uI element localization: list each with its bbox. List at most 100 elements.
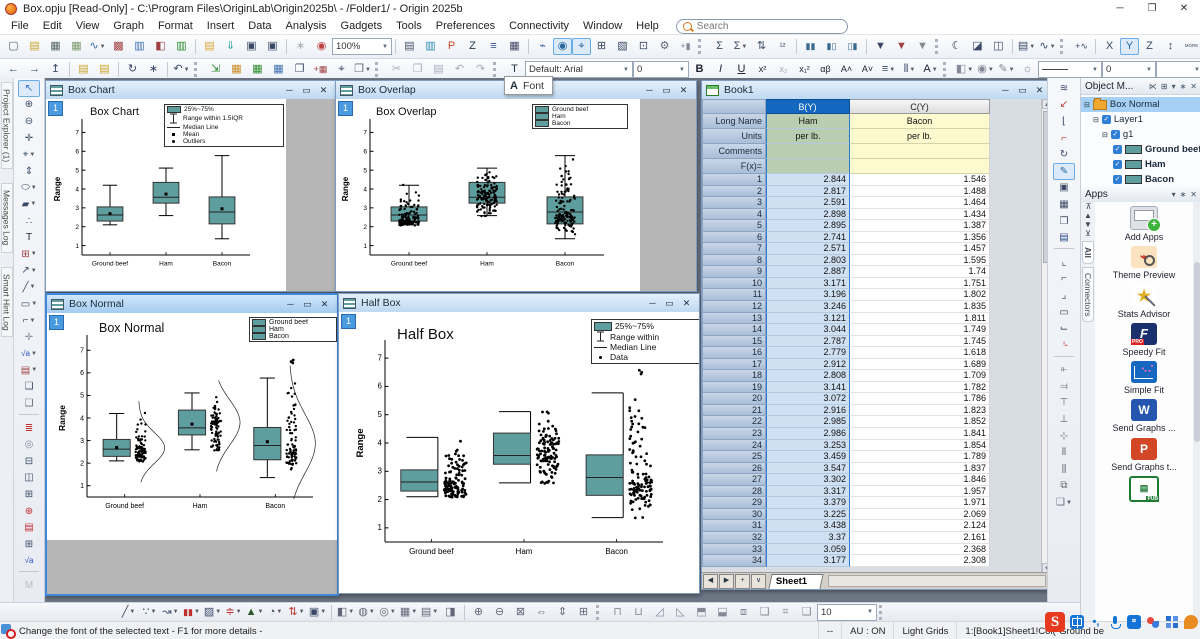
new-matrix-icon[interactable]: ▩ [108, 38, 129, 55]
frame-r-icon[interactable]: ⌎ [1053, 337, 1075, 354]
menu-file[interactable]: File [4, 20, 36, 32]
underline-icon[interactable]: U [731, 61, 752, 78]
cell-c[interactable]: 2.368 [850, 544, 990, 556]
new-report-icon[interactable]: ▥ [171, 38, 192, 55]
cell-c[interactable]: 1.823 [850, 405, 990, 417]
cell-c[interactable]: 1.74 [850, 266, 990, 278]
save-as-icon[interactable]: ▣ [262, 38, 283, 55]
slideshow-icon[interactable]: ◉ [311, 38, 332, 55]
formula-tool-icon[interactable]: √a [18, 553, 40, 570]
restore-button[interactable]: ❐ [1136, 0, 1168, 18]
row-number[interactable]: 19 [702, 382, 766, 394]
row-number[interactable]: 3 [702, 197, 766, 209]
cell-c[interactable]: 1.802 [850, 289, 990, 301]
status-au-toggle[interactable]: AU : ON [841, 622, 893, 639]
plot-multi-icon[interactable]: ▤▼ [419, 604, 440, 621]
cascade-windows-icon[interactable]: ❐ [1053, 213, 1075, 230]
plot-linesymbol-icon[interactable]: ↝▼ [160, 604, 181, 621]
highlight-color-icon[interactable]: ◉▼ [975, 61, 996, 78]
region-select-icon[interactable]: ⬭▼ [18, 180, 40, 197]
app-item[interactable]: ⌁Theme Preview [1098, 246, 1190, 281]
cell-c[interactable]: 2.124 [850, 520, 990, 532]
undo2-icon[interactable]: ↶ [449, 61, 470, 78]
frame3d-icon[interactable]: ⧈ [733, 604, 754, 621]
cell-b[interactable]: 3.246 [766, 301, 850, 313]
om-collapse-icon[interactable]: ⊟ [1102, 131, 1108, 139]
search-input[interactable]: Search [676, 19, 848, 34]
cell-b[interactable] [766, 159, 850, 174]
cell-b[interactable]: 2.912 [766, 359, 850, 371]
toolbar-grip[interactable] [879, 605, 888, 620]
toolbar-grip[interactable] [493, 62, 502, 77]
om-pin-icon[interactable]: ∗ [1180, 82, 1187, 91]
layer-tool-icon[interactable]: ⊟ [18, 453, 40, 470]
filter-clear-icon[interactable]: ▼ [891, 38, 912, 55]
pointer-tool-icon[interactable]: ↖ [18, 80, 40, 97]
rotate2-icon[interactable]: ⊔ [628, 604, 649, 621]
cell-b[interactable]: 2.844 [766, 174, 850, 186]
apps-menu-icon[interactable]: ▾ [1172, 190, 1176, 199]
close-button[interactable]: ✕ [1031, 85, 1047, 96]
tilt1-icon[interactable]: ◿ [649, 604, 670, 621]
rotate1-icon[interactable]: ⊓ [607, 604, 628, 621]
row-number[interactable]: 29 [702, 497, 766, 509]
cell-c[interactable]: 1.749 [850, 324, 990, 336]
plot-box-icon[interactable]: ≑▼ [223, 604, 244, 621]
cell-c[interactable]: 1.846 [850, 474, 990, 486]
sheet-tab[interactable]: Sheet1 [768, 574, 823, 589]
plot-polar-icon[interactable]: ◔▼ [265, 604, 286, 621]
menu-gadgets[interactable]: Gadgets [334, 20, 390, 32]
apps-tab-connectors[interactable]: Connectors [1082, 267, 1094, 322]
bold-icon[interactable]: B [689, 61, 710, 78]
cell-c[interactable]: 1.387 [850, 220, 990, 232]
sum-dd-icon[interactable]: Σ▼ [730, 38, 751, 55]
italic-icon[interactable]: I [710, 61, 731, 78]
light3d-icon[interactable]: ❏ [754, 604, 775, 621]
stats-chart1-icon[interactable]: ▮▮ [800, 38, 821, 55]
axis-scroll-icon[interactable]: ↕ [1160, 38, 1181, 55]
cell-b[interactable]: 2.741 [766, 232, 850, 244]
new-folder-icon[interactable]: ▤ [24, 38, 45, 55]
m-disabled-icon[interactable]: M [18, 577, 40, 594]
zoom-pan-icon[interactable]: ⌖ [572, 38, 591, 55]
align-right-icon[interactable]: ⫤ [1053, 378, 1075, 395]
checkbox-checked-icon[interactable]: ✓ [1102, 115, 1111, 124]
corner-cell[interactable] [702, 99, 766, 114]
greek-icon[interactable]: αβ [815, 61, 836, 78]
row-number[interactable]: 32 [702, 532, 766, 544]
copy-format-icon[interactable]: ◪ [967, 38, 988, 55]
font-color-icon[interactable]: A▼ [920, 61, 941, 78]
reader-tool-icon[interactable]: ⌖▼ [18, 146, 40, 163]
filter-icon[interactable]: ▼ [870, 38, 891, 55]
paste-format-icon[interactable]: ◫ [988, 38, 1009, 55]
apps-scrollbar[interactable] [1193, 202, 1200, 621]
minimize-button[interactable]: ─ [997, 85, 1014, 96]
graph-window-titlebar[interactable]: Box Chart ─▭✕ [46, 81, 336, 100]
print-icon[interactable]: ▤ [399, 38, 420, 55]
cell-c[interactable]: 1.786 [850, 393, 990, 405]
graph-window-titlebar[interactable]: Half Box ─▭✕ [339, 294, 699, 313]
app-item[interactable]: Add Apps [1098, 206, 1190, 243]
plot-3d-icon[interactable]: ◧▼ [335, 604, 356, 621]
sheet-next-icon[interactable]: ▶ [719, 574, 734, 589]
row-number[interactable]: 27 [702, 474, 766, 486]
toolbar-grip[interactable] [698, 39, 707, 54]
cell-c[interactable]: 1.464 [850, 197, 990, 209]
distribute-v-icon[interactable]: ⫼ [1053, 461, 1075, 478]
worksheet-icon[interactable]: ⊞ [591, 38, 612, 55]
row-number[interactable]: 21 [702, 405, 766, 417]
menu-format[interactable]: Format [151, 20, 200, 32]
om-plot-item[interactable]: ✓Bacon [1081, 172, 1200, 187]
minimize-button[interactable]: ─ [644, 298, 661, 309]
color-lines-icon[interactable]: ≣ [18, 420, 40, 437]
maximize-button[interactable]: ▭ [1014, 85, 1031, 96]
zoomin-tool-icon[interactable]: ⊕ [468, 604, 489, 621]
align-icon[interactable]: ≡▼ [878, 61, 899, 78]
folder-red-icon[interactable]: ▤ [18, 519, 40, 536]
row-number[interactable]: 23 [702, 428, 766, 440]
graph-window-titlebar[interactable]: Box Normal ─▭✕ [47, 295, 337, 314]
toolbar-grip[interactable] [596, 605, 605, 620]
apps-bottom-icon[interactable]: ⊻ [1085, 229, 1091, 238]
graph-window-box-overlap[interactable]: Box Overlap ─▭✕ 1 1234567Ground beefHamB… [335, 80, 697, 292]
toolbar-grip[interactable] [935, 39, 944, 54]
